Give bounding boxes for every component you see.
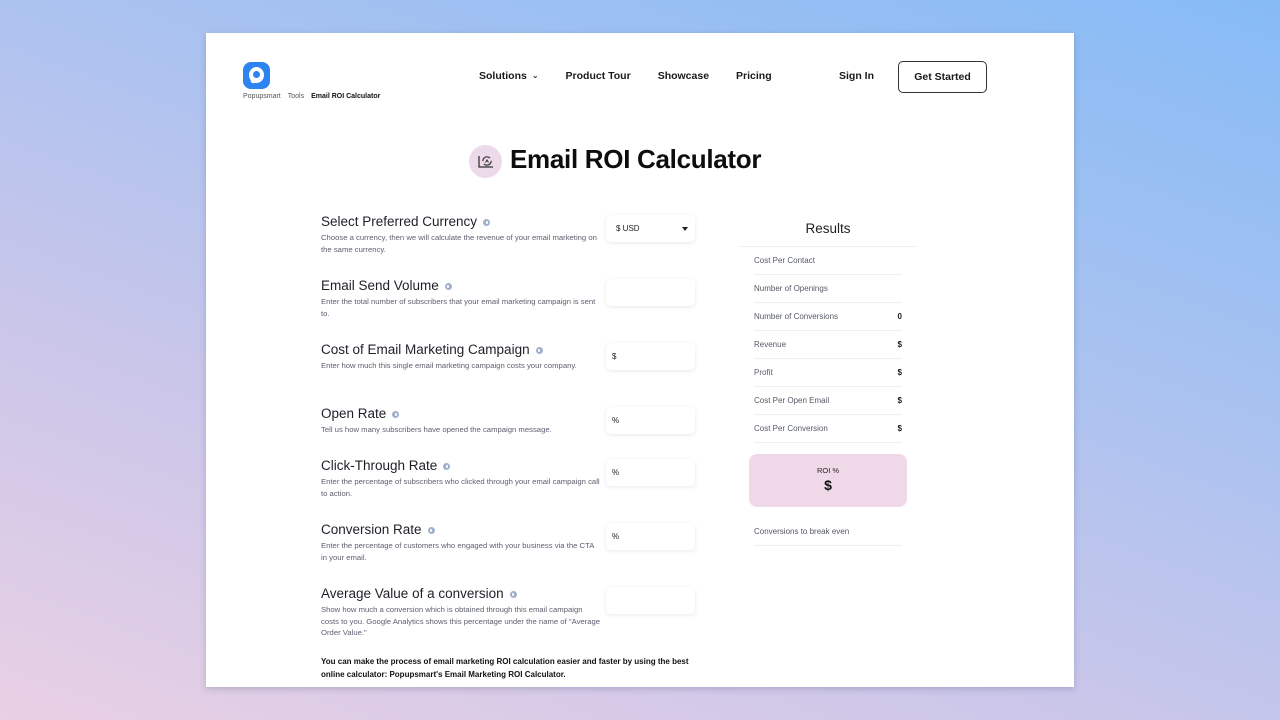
result-value: $ xyxy=(897,424,902,433)
field-open-rate: Open Rate Tell us how many subscribers h… xyxy=(321,406,601,436)
field-description: Show how much a conversion which is obta… xyxy=(321,605,601,637)
result-row: Profit $ xyxy=(754,359,902,387)
page-header: Email ROI Calculator xyxy=(469,141,761,178)
help-icon[interactable] xyxy=(392,411,400,418)
field-average-value: Average Value of a conversion Show how m… xyxy=(321,586,601,639)
main-nav: Solutions ⌄ Product Tour Showcase Pricin… xyxy=(479,70,799,82)
refresh-chart-icon xyxy=(469,145,502,178)
break-even-row: Conversions to break even xyxy=(754,518,902,546)
field-currency: Select Preferred Currency Choose a curre… xyxy=(321,214,601,255)
field-click-through-rate: Click-Through Rate Enter the percentage … xyxy=(321,458,601,499)
info-note: You can make the process of email market… xyxy=(321,657,689,679)
result-row: Cost Per Open Email $ xyxy=(754,387,902,415)
email-send-volume-input[interactable] xyxy=(606,279,695,306)
result-row: Cost Per Contact xyxy=(754,247,902,275)
nav-product-tour[interactable]: Product Tour xyxy=(566,70,631,82)
field-description: Enter how much this single email marketi… xyxy=(321,361,577,370)
result-label: Conversions to break even xyxy=(754,527,850,536)
field-label: Select Preferred Currency xyxy=(321,214,478,229)
nav-solutions-label: Solutions xyxy=(479,70,527,82)
help-icon[interactable] xyxy=(535,347,543,354)
field-conversion-rate: Conversion Rate Enter the percentage of … xyxy=(321,522,601,563)
currency-select[interactable]: $ USD xyxy=(606,215,695,242)
field-label: Click-Through Rate xyxy=(321,458,438,473)
result-label: Cost Per Open Email xyxy=(754,396,830,405)
field-label: Average Value of a conversion xyxy=(321,586,504,601)
roi-result-card: ROI % $ xyxy=(749,454,907,507)
result-label: Revenue xyxy=(754,340,787,349)
help-icon[interactable] xyxy=(443,463,451,470)
breadcrumb-popupsmart[interactable]: Popupsmart xyxy=(243,93,281,100)
sign-in-link[interactable]: Sign In xyxy=(839,70,874,82)
result-label: Cost Per Contact xyxy=(754,256,815,265)
result-value: 0 xyxy=(897,312,902,321)
help-icon[interactable] xyxy=(483,219,491,226)
nav-solutions[interactable]: Solutions ⌄ xyxy=(479,70,539,82)
caret-down-icon xyxy=(682,226,688,231)
conversion-rate-input[interactable]: % xyxy=(606,523,695,550)
breadcrumb-current: Email ROI Calculator xyxy=(311,93,381,100)
field-label: Email Send Volume xyxy=(321,278,439,293)
help-icon[interactable] xyxy=(444,283,452,290)
field-description: Enter the percentage of customers who en… xyxy=(321,541,594,562)
field-label: Cost of Email Marketing Campaign xyxy=(321,342,530,357)
popupsmart-logo[interactable] xyxy=(243,62,270,89)
result-label: Profit xyxy=(754,368,773,377)
field-description: Enter the percentage of subscribers who … xyxy=(321,477,600,498)
result-row: Cost Per Conversion $ xyxy=(754,415,902,443)
field-campaign-cost: Cost of Email Marketing Campaign Enter h… xyxy=(321,342,601,372)
open-rate-input[interactable]: % xyxy=(606,407,695,434)
field-label: Open Rate xyxy=(321,406,387,421)
field-description: Tell us how many subscribers have opened… xyxy=(321,425,552,434)
result-value: $ xyxy=(897,340,902,349)
currency-select-value: $ USD xyxy=(616,224,640,233)
results-title: Results xyxy=(739,221,917,247)
page-container: Popupsmart Tools Email ROI Calculator So… xyxy=(206,33,1074,687)
nav-pricing[interactable]: Pricing xyxy=(736,70,772,82)
field-email-send-volume: Email Send Volume Enter the total number… xyxy=(321,278,601,319)
get-started-button[interactable]: Get Started xyxy=(898,61,987,93)
result-row: Number of Openings xyxy=(754,275,902,303)
chevron-down-icon: ⌄ xyxy=(531,70,539,80)
result-row: Revenue $ xyxy=(754,331,902,359)
page-title: Email ROI Calculator xyxy=(510,144,762,174)
result-label: Cost Per Conversion xyxy=(754,424,828,433)
help-icon[interactable] xyxy=(427,527,435,534)
result-label: Number of Openings xyxy=(754,284,828,293)
field-description: Enter the total number of subscribers th… xyxy=(321,297,596,318)
result-value: $ xyxy=(897,368,902,377)
roi-value: $ xyxy=(824,477,832,493)
breadcrumb-tools[interactable]: Tools xyxy=(288,93,304,100)
help-icon[interactable] xyxy=(509,591,517,598)
nav-showcase[interactable]: Showcase xyxy=(658,70,709,82)
roi-label: ROI % xyxy=(816,466,840,475)
result-value: $ xyxy=(897,396,902,405)
campaign-cost-input[interactable]: $ xyxy=(606,343,695,370)
result-label: Number of Conversions xyxy=(754,312,839,321)
click-through-rate-input[interactable]: % xyxy=(606,459,695,486)
field-description: Choose a currency, then we will calculat… xyxy=(321,233,597,254)
breadcrumb: Popupsmart Tools Email ROI Calculator xyxy=(243,93,380,100)
result-row: Number of Conversions 0 xyxy=(754,303,902,331)
average-value-input[interactable] xyxy=(606,587,695,614)
field-label: Conversion Rate xyxy=(321,522,422,537)
